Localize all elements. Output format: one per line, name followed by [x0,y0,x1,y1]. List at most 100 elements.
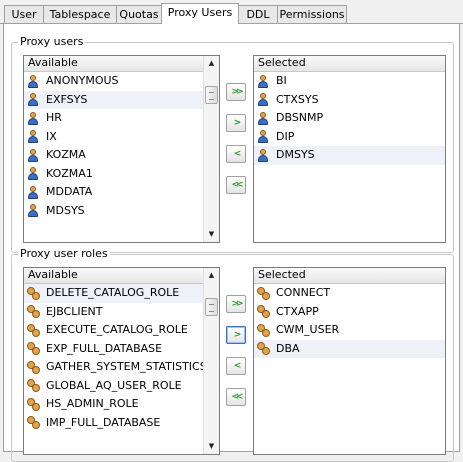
list-item-label: CWM_USER [276,323,340,336]
list-rows: ANONYMOUS EXFSYS HR IX KOZMA KOZMA1 MDDATA MDSY… [24,72,219,220]
list-rows: CONNECT CTXAPP CWM_USER DBA [254,284,445,358]
list-item[interactable]: EJBCLIENT [24,303,219,322]
list-item[interactable]: HR [24,109,219,128]
list-item[interactable]: GLOBAL_AQ_USER_ROLE [24,377,219,396]
add-all-users-button[interactable]: >> [226,83,246,101]
tab-quotas[interactable]: Quotas [116,5,162,23]
right-arrow-icon: > [233,330,241,340]
scrollbar[interactable]: ▲ ▼ [203,268,219,454]
role-icon [27,379,41,393]
list-item-label: GATHER_SYSTEM_STATISTICS [46,360,207,373]
user-icon [27,204,39,218]
list-item[interactable]: EXP_FULL_DATABASE [24,340,219,359]
list-item[interactable]: CTXSYS [254,91,445,110]
list-item[interactable]: CWM_USER [254,321,445,340]
remove-all-roles-button[interactable]: << [226,388,246,406]
scrollbar-thumb[interactable] [205,86,218,104]
tab-label: Quotas [119,8,159,21]
user-icon [27,148,39,162]
list-item[interactable]: KOZMA [24,146,219,165]
user-icon [257,130,269,144]
proxy-roles-group: Proxy user roles Available DELETE_CATALO… [11,247,454,462]
remove-all-users-button[interactable]: << [226,176,246,194]
list-item[interactable]: HS_ADMIN_ROLE [24,395,219,414]
list-item[interactable]: ANONYMOUS [24,72,219,91]
list-item-label: KOZMA [46,148,86,161]
role-icon [27,416,41,430]
role-icon [257,305,271,319]
user-icon [257,93,269,107]
add-all-roles-button[interactable]: >> [226,295,246,313]
role-icon [257,286,271,300]
scroll-up-icon[interactable]: ▲ [204,56,219,71]
double-right-arrow-icon: >> [231,87,243,97]
role-icon [257,323,271,337]
list-item[interactable]: DBA [254,339,445,358]
list-item[interactable]: EXECUTE_CATALOG_ROLE [24,321,219,340]
scroll-down-icon[interactable]: ▼ [204,439,219,454]
tab-user[interactable]: User [4,5,44,23]
list-header: Selected [254,56,445,72]
tab-permissions[interactable]: Permissions [277,5,347,23]
list-item-label: HS_ADMIN_ROLE [46,397,139,410]
tab-tablespace[interactable]: Tablespace [43,5,117,23]
list-item-label: IMP_FULL_DATABASE [46,415,161,429]
scrollbar[interactable]: ▲ ▼ [203,56,219,242]
list-item[interactable]: MDDATA [24,183,219,202]
user-icon [27,93,39,107]
user-icon [27,167,39,181]
list-item[interactable]: DMSYS [254,146,445,165]
role-icon [27,360,41,374]
list-item[interactable]: CONNECT [254,284,445,303]
list-item-label: CTXAPP [276,304,319,318]
list-item[interactable]: EXFSYS [24,90,219,109]
list-item[interactable]: IX [24,128,219,147]
remove-role-button[interactable]: < [226,357,246,375]
add-user-button[interactable]: > [226,114,246,132]
list-item[interactable]: DELETE_CATALOG_ROLE [24,284,219,303]
user-icon [27,74,39,88]
selected-users-list[interactable]: Selected BI CTXSYS DBSNMP DIP DMSYS [253,55,446,243]
add-role-button[interactable]: > [226,326,246,344]
list-item-label: GLOBAL_AQ_USER_ROLE [46,378,182,392]
role-icon [27,286,41,300]
list-item[interactable]: IMP_FULL_DATABASE [24,414,219,433]
list-item-label: CONNECT [276,286,331,299]
list-item[interactable]: BI [254,72,445,91]
scroll-down-icon[interactable]: ▼ [204,227,219,242]
tab-label: Tablespace [49,8,111,21]
list-header: Selected [254,268,445,284]
user-icon [257,148,269,162]
tab-label: Proxy Users [167,6,233,19]
scroll-up-icon[interactable]: ▲ [204,268,219,283]
list-item-label: EXP_FULL_DATABASE [46,341,163,355]
list-item[interactable]: DBSNMP [254,109,445,128]
list-header: Available [24,268,219,284]
tab-label: User [11,8,37,21]
list-rows: BI CTXSYS DBSNMP DIP DMSYS [254,72,445,165]
selected-roles-list[interactable]: Selected CONNECT CTXAPP CWM_USER DBA [253,267,446,455]
left-arrow-icon: < [233,361,241,371]
left-arrow-icon: < [233,149,241,159]
list-item-label: BI [276,74,287,87]
remove-user-button[interactable]: < [226,145,246,163]
role-icon [27,305,41,319]
list-item[interactable]: KOZMA1 [24,165,219,184]
tab-proxy-users[interactable]: Proxy Users [161,3,239,24]
tab-ddl[interactable]: DDL [238,5,278,23]
scrollbar-thumb[interactable] [205,298,218,316]
list-item[interactable]: GATHER_SYSTEM_STATISTICS [24,358,219,377]
list-item[interactable]: MDSYS [24,202,219,221]
double-right-arrow-icon: >> [231,299,243,309]
list-item-label: EXECUTE_CATALOG_ROLE [46,323,188,336]
role-icon [27,342,41,356]
list-item[interactable]: CTXAPP [254,303,445,322]
list-item-label: KOZMA1 [46,166,93,180]
list-item[interactable]: DIP [254,128,445,147]
user-icon [257,111,269,125]
tab-label: Permissions [279,8,345,21]
available-users-list[interactable]: Available ANONYMOUS EXFSYS HR IX KOZMA KOZMA1… [23,55,220,243]
right-arrow-icon: > [233,118,241,128]
available-roles-list[interactable]: Available DELETE_CATALOG_ROLE EJBCLIENT EX… [23,267,220,455]
list-header: Available [24,56,219,72]
